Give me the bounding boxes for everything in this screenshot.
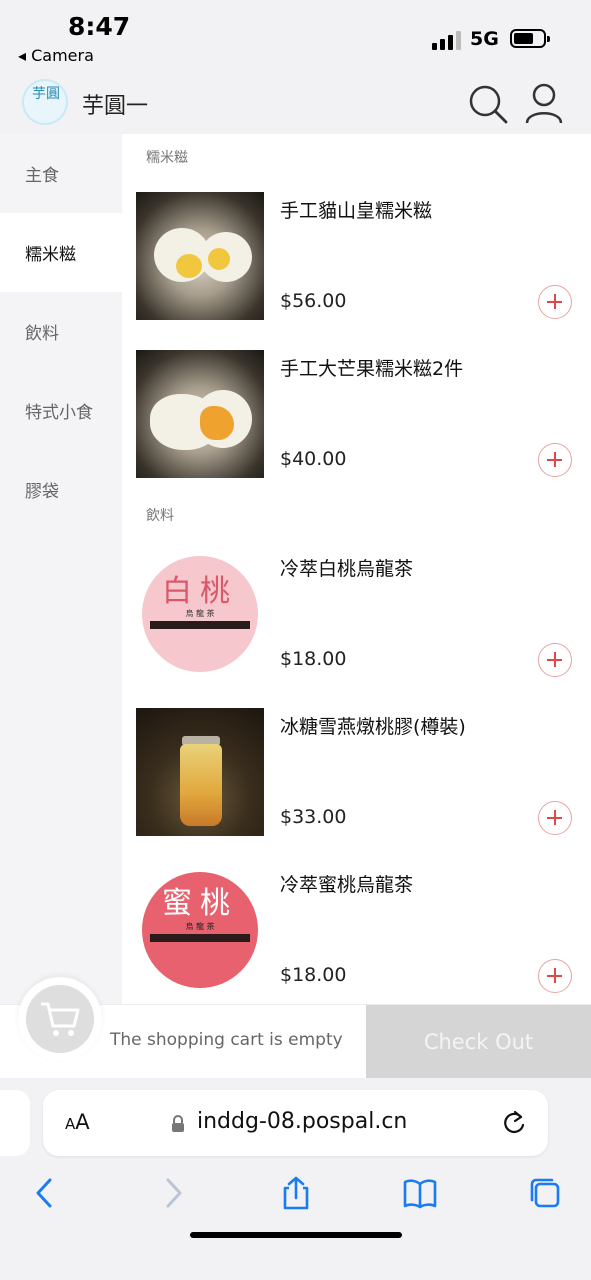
status-time: 8:47 <box>68 12 131 41</box>
cart-status-text: The shopping cart is empty <box>110 1030 343 1050</box>
product-card[interactable]: 手工貓山皇糯米糍 $56.00 <box>136 192 591 320</box>
sidebar-item-drinks[interactable]: 飲料 <box>0 292 122 371</box>
product-image-honey-peach-tea[interactable]: 蜜桃 烏 龍 茶 <box>136 866 264 994</box>
reload-icon[interactable] <box>501 1110 527 1136</box>
product-name[interactable]: 冷萃蜜桃烏龍茶 <box>280 870 413 897</box>
product-image-peach-gum-jar[interactable] <box>136 708 264 836</box>
checkout-button[interactable]: Check Out <box>366 1005 591 1079</box>
product-card[interactable]: 手工大芒果糯米糍2件 $40.00 <box>136 350 591 478</box>
category-sidebar: 主食 糯米糍 飲料 特式小食 膠袋 <box>0 134 122 1004</box>
cart-bar: The shopping cart is empty Check Out <box>0 977 591 1079</box>
previous-tab-preview[interactable] <box>0 1090 30 1156</box>
product-price: $33.00 <box>280 806 347 828</box>
cart-button[interactable] <box>18 977 102 1061</box>
sidebar-item-snacks[interactable]: 特式小食 <box>0 371 122 450</box>
shop-logo-text: 芋圓 <box>32 86 60 102</box>
network-type: 5G <box>470 28 499 50</box>
status-bar: 8:47 ◂ Camera 5G <box>0 0 591 72</box>
product-price: $56.00 <box>280 290 347 312</box>
url-text[interactable]: inddg-08.pospal.cn <box>197 1109 407 1134</box>
product-price: $18.00 <box>280 648 347 670</box>
product-name[interactable]: 冰糖雪燕燉桃膠(樽裝) <box>280 712 466 739</box>
back-icon[interactable] <box>28 1176 62 1210</box>
product-name[interactable]: 手工貓山皇糯米糍 <box>280 196 432 223</box>
section-title-mochi: 糯米糍 <box>146 150 188 166</box>
share-icon[interactable] <box>279 1176 313 1210</box>
app-header: 芋圓 芋圓一 <box>0 72 591 134</box>
product-image-durian-mochi[interactable] <box>136 192 264 320</box>
product-name[interactable]: 冷萃白桃烏龍茶 <box>280 554 413 581</box>
add-to-cart-button[interactable] <box>538 643 572 677</box>
white-peach-label-title: 白桃 <box>162 574 238 609</box>
honey-peach-label-sub: 烏 龍 茶 <box>185 922 215 931</box>
add-to-cart-button[interactable] <box>538 959 572 993</box>
sidebar-item-main-food[interactable]: 主食 <box>0 134 122 213</box>
add-to-cart-button[interactable] <box>538 443 572 477</box>
battery-icon <box>510 29 550 48</box>
shop-name: 芋圓一 <box>82 94 149 119</box>
user-icon[interactable] <box>524 82 564 124</box>
tabs-icon[interactable] <box>528 1176 562 1210</box>
back-to-camera-link[interactable]: ◂ Camera <box>18 46 94 65</box>
product-list: 糯米糍 手工貓山皇糯米糍 $56.00 手工大芒果糯米糍2件 $40.00 飲料… <box>122 134 591 1004</box>
bookmarks-icon[interactable] <box>403 1176 437 1210</box>
shopping-cart-icon <box>41 1002 80 1036</box>
product-name[interactable]: 手工大芒果糯米糍2件 <box>280 354 463 381</box>
cellular-signal-icon <box>432 30 464 50</box>
browser-toolbar: AA inddg-08.pospal.cn <box>0 1078 591 1280</box>
home-indicator <box>190 1232 402 1238</box>
product-card[interactable]: 冰糖雪燕燉桃膠(樽裝) $33.00 <box>136 708 591 836</box>
add-to-cart-button[interactable] <box>538 801 572 835</box>
add-to-cart-button[interactable] <box>538 285 572 319</box>
white-peach-label-sub: 烏 龍 茶 <box>185 609 215 618</box>
shop-logo[interactable]: 芋圓 <box>22 79 68 125</box>
product-price: $18.00 <box>280 964 347 986</box>
reader-settings-button[interactable]: AA <box>65 1110 90 1134</box>
honey-peach-label-title: 蜜桃 <box>162 886 238 921</box>
lock-icon <box>172 1115 184 1132</box>
section-title-drinks: 飲料 <box>146 508 174 524</box>
forward-icon[interactable] <box>156 1176 190 1210</box>
product-card[interactable]: 白桃 烏 龍 茶 冷萃白桃烏龍茶 $18.00 <box>136 550 591 678</box>
product-price: $40.00 <box>280 448 347 470</box>
sidebar-item-mochi[interactable]: 糯米糍 <box>0 213 122 292</box>
search-icon[interactable] <box>468 84 508 124</box>
address-bar[interactable]: AA inddg-08.pospal.cn <box>43 1090 548 1156</box>
sidebar-item-plastic-bag[interactable]: 膠袋 <box>0 450 122 529</box>
product-image-mango-mochi[interactable] <box>136 350 264 478</box>
product-card[interactable]: 蜜桃 烏 龍 茶 冷萃蜜桃烏龍茶 $18.00 <box>136 866 591 994</box>
product-image-white-peach-tea[interactable]: 白桃 烏 龍 茶 <box>136 550 264 678</box>
